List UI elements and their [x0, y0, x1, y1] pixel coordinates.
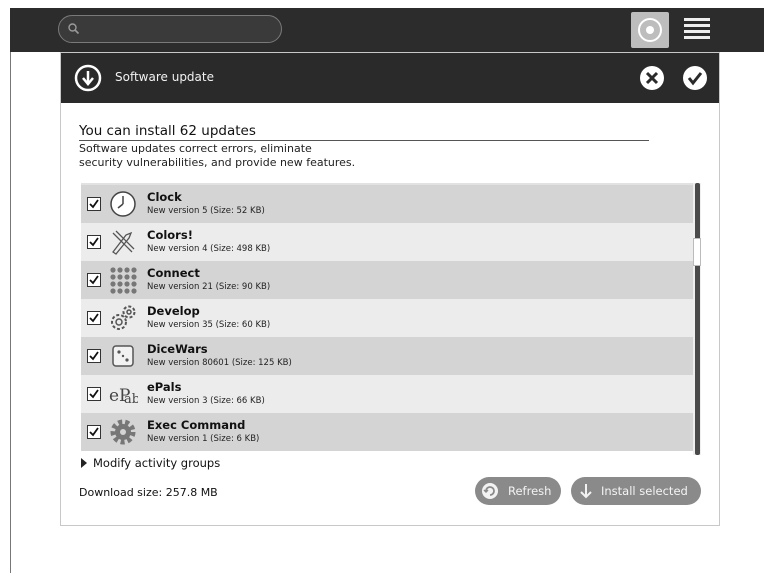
list-item[interactable]: Clock New version 5 (Size: 52 KB) [81, 185, 693, 223]
epals-icon: eP ab [109, 386, 138, 407]
software-update-dialog: Software update You can install 62 updat… [60, 52, 720, 526]
install-label: Install selected [601, 484, 688, 498]
list-item[interactable]: Develop New version 35 (Size: 60 KB) [81, 299, 693, 337]
dice-icon [112, 345, 134, 367]
refresh-button[interactable]: Refresh [475, 477, 561, 505]
update-name: Clock [147, 190, 182, 204]
close-icon [640, 66, 664, 90]
update-checkbox[interactable] [87, 425, 101, 439]
confirm-button[interactable] [682, 65, 708, 91]
connect-icon [110, 267, 137, 294]
update-checkbox[interactable] [87, 387, 101, 401]
description-line: security vulnerabilities, and provide ne… [79, 156, 356, 169]
update-name: Exec Command [147, 418, 246, 432]
check-icon [89, 313, 99, 323]
check-icon [89, 351, 99, 361]
download-arrow-icon [580, 484, 592, 499]
updates-heading: You can install 62 updates [79, 123, 649, 141]
list-item[interactable]: eP ab ePals New version 3 (Size: 66 KB) [81, 375, 693, 413]
modify-label: Modify activity groups [93, 456, 221, 470]
top-toolbar [10, 8, 764, 52]
update-name: DiceWars [147, 342, 208, 356]
install-selected-button[interactable]: Install selected [571, 477, 701, 505]
refresh-label: Refresh [508, 484, 552, 498]
check-icon [89, 427, 99, 437]
update-version: New version 21 (Size: 90 KB) [147, 282, 271, 292]
updates-list: Clock New version 5 (Size: 52 KB) Colors… [81, 183, 693, 455]
search-icon [68, 23, 80, 35]
home-view-icon [638, 18, 662, 42]
check-icon [89, 199, 99, 209]
modify-activity-groups-toggle[interactable]: Modify activity groups [81, 456, 220, 470]
update-name: Colors! [147, 228, 193, 242]
list-view-button[interactable] [682, 14, 712, 44]
check-icon [89, 237, 99, 247]
update-checkbox[interactable] [87, 273, 101, 287]
update-name: Develop [147, 304, 200, 318]
update-checkbox[interactable] [87, 235, 101, 249]
update-version: New version 1 (Size: 6 KB) [147, 434, 260, 444]
check-icon [89, 275, 99, 285]
home-view-button[interactable] [631, 12, 669, 48]
update-checkbox[interactable] [87, 311, 101, 325]
list-item[interactable]: Connect New version 21 (Size: 90 KB) [81, 261, 693, 299]
list-item[interactable]: Colors! New version 4 (Size: 498 KB) [81, 223, 693, 261]
scrollbar-handle[interactable] [693, 238, 701, 266]
dialog-header: Software update [61, 53, 719, 103]
scrollbar-thumb[interactable] [695, 183, 700, 455]
software-update-icon [74, 64, 102, 92]
search-input[interactable] [58, 15, 282, 43]
update-name: Connect [147, 266, 200, 280]
update-version: New version 5 (Size: 52 KB) [147, 206, 265, 216]
frame-border [10, 52, 11, 573]
update-checkbox[interactable] [87, 349, 101, 363]
check-icon [89, 389, 99, 399]
expand-triangle-icon [81, 458, 87, 468]
update-version: New version 35 (Size: 60 KB) [147, 320, 271, 330]
update-version: New version 4 (Size: 498 KB) [147, 244, 271, 254]
update-version: New version 80601 (Size: 125 KB) [147, 358, 292, 368]
dialog-title: Software update [115, 70, 214, 84]
refresh-icon [482, 483, 498, 499]
list-view-icon [684, 18, 710, 39]
clock-icon [110, 191, 136, 217]
checkmark-icon [683, 66, 707, 90]
cancel-button[interactable] [639, 65, 665, 91]
update-name: ePals [147, 380, 182, 394]
update-version: New version 3 (Size: 66 KB) [147, 396, 265, 406]
download-size: Download size: 257.8 MB [79, 486, 218, 499]
update-checkbox[interactable] [87, 197, 101, 211]
gear-icon [110, 419, 136, 445]
list-item[interactable]: Exec Command New version 1 (Size: 6 KB) [81, 413, 693, 451]
list-item[interactable]: DiceWars New version 80601 (Size: 125 KB… [81, 337, 693, 375]
description-line: Software updates correct errors, elimina… [79, 142, 312, 155]
svg-text:ab: ab [124, 392, 138, 407]
colors-icon [112, 230, 135, 255]
updates-description: Software updates correct errors, elimina… [79, 142, 479, 170]
develop-icon [111, 305, 136, 330]
